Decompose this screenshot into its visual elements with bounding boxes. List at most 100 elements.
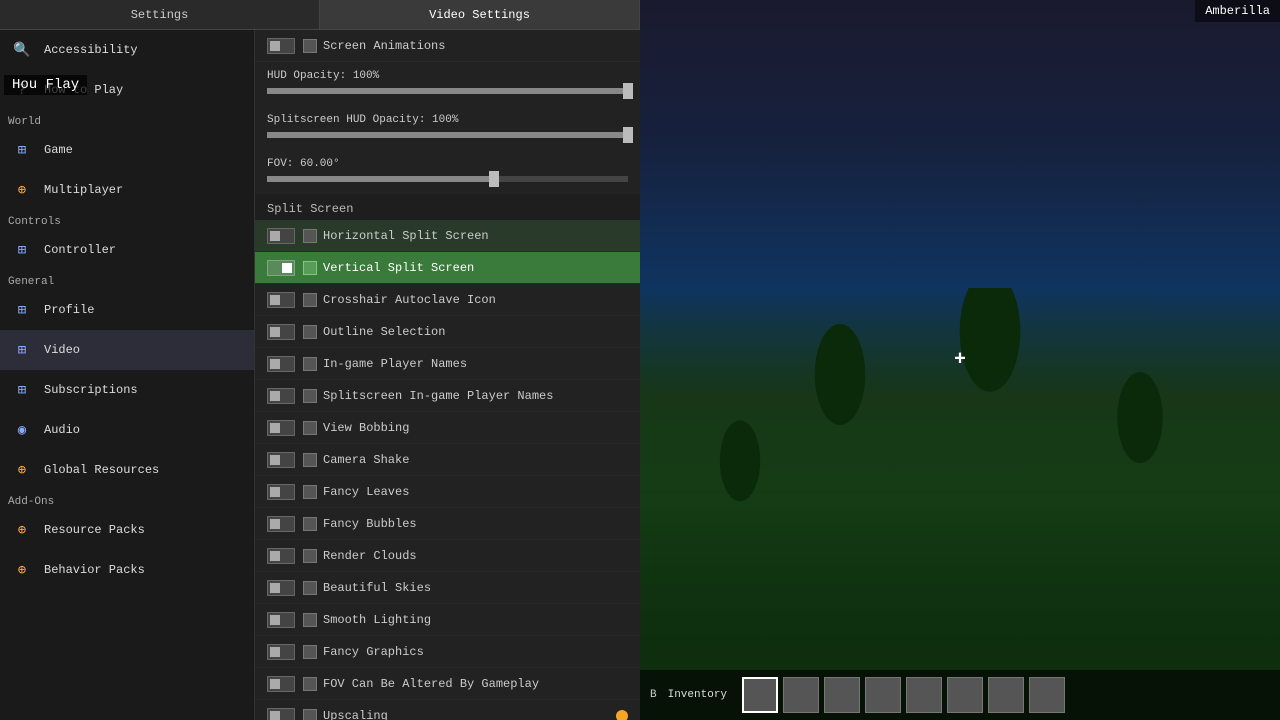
screen-animations-toggle[interactable] — [267, 38, 295, 54]
fov-track[interactable] — [267, 176, 628, 182]
ingame-names-label: In-game Player Names — [323, 357, 628, 371]
vertical-split-toggle[interactable] — [267, 260, 295, 276]
fov-label: FOV: 60.00° — [267, 154, 628, 172]
fancy-graphics-square — [303, 645, 317, 659]
splitscreen-hud-thumb[interactable] — [623, 127, 633, 143]
upscaling-label: Upscaling — [323, 709, 616, 720]
camera-shake-row: Camera Shake — [255, 444, 640, 476]
global-icon: ⊕ — [10, 458, 34, 482]
sidebar-label-game: Game — [44, 143, 73, 157]
fancy-bubbles-toggle[interactable] — [267, 516, 295, 532]
sidebar-item-accessibility[interactable]: 🔍 Accessibility — [0, 30, 254, 70]
fancy-graphics-toggle[interactable] — [267, 644, 295, 660]
hotbar-slot-2[interactable] — [783, 677, 819, 713]
settings-panel: Settings Video Settings 🔍 Accessibility … — [0, 0, 640, 720]
splitscreen-hud-track[interactable] — [267, 132, 628, 138]
sidebar-item-subscriptions[interactable]: ⊞ Subscriptions — [0, 370, 254, 410]
splitscreen-ingame-label: Splitscreen In-game Player Names — [323, 389, 628, 403]
fov-fill — [267, 176, 494, 182]
fancy-graphics-label: Fancy Graphics — [323, 645, 628, 659]
smooth-lighting-toggle[interactable] — [267, 612, 295, 628]
fancy-leaves-toggle[interactable] — [267, 484, 295, 500]
hud-opacity-thumb[interactable] — [623, 83, 633, 99]
hotbar-slot-7[interactable] — [988, 677, 1024, 713]
hotbar-slot-8[interactable] — [1029, 677, 1065, 713]
render-clouds-label: Render Clouds — [323, 549, 628, 563]
hotbar-slot-4[interactable] — [865, 677, 901, 713]
sidebar-label-global: Global Resources — [44, 463, 159, 477]
outline-selection-label: Outline Selection — [323, 325, 628, 339]
hotbar-slot-1[interactable] — [742, 677, 778, 713]
username-display: Amberilla — [1195, 0, 1280, 22]
header-tabs: Settings Video Settings — [0, 0, 640, 30]
sidebar-item-global-resources[interactable]: ⊕ Global Resources — [0, 450, 254, 490]
settings-list: Screen Animations HUD Opacity: 100% Spli… — [255, 30, 640, 720]
sidebar-label-multiplayer: Multiplayer — [44, 183, 123, 197]
sidebar-item-audio[interactable]: ◉ Audio — [0, 410, 254, 450]
splitscreen-hud-label: Splitscreen HUD Opacity: 100% — [267, 110, 628, 128]
hotbar-slot-6[interactable] — [947, 677, 983, 713]
tab-video-settings[interactable]: Video Settings — [320, 0, 640, 29]
section-addons: Add-Ons — [0, 490, 254, 510]
sidebar-item-resource-packs[interactable]: ⊕ Resource Packs — [0, 510, 254, 550]
sidebar-item-behavior-packs[interactable]: ⊕ Behavior Packs — [0, 550, 254, 590]
fancy-bubbles-label: Fancy Bubbles — [323, 517, 628, 531]
sidebar-label-controller: Controller — [44, 243, 116, 257]
fancy-leaves-label: Fancy Leaves — [323, 485, 628, 499]
ingame-names-row: In-game Player Names — [255, 348, 640, 380]
splitscreen-ingame-row: Splitscreen In-game Player Names — [255, 380, 640, 412]
render-clouds-toggle[interactable] — [267, 548, 295, 564]
upscaling-toggle[interactable] — [267, 708, 295, 720]
content-area: 🔍 Accessibility ? How to Play World ⊞ Ga… — [0, 30, 640, 720]
view-bobbing-toggle[interactable] — [267, 420, 295, 436]
fov-thumb[interactable] — [489, 171, 499, 187]
vertical-split-label: Vertical Split Screen — [323, 261, 628, 275]
beautiful-skies-label: Beautiful Skies — [323, 581, 628, 595]
smooth-lighting-square — [303, 613, 317, 627]
hud-opacity-track[interactable] — [267, 88, 628, 94]
smooth-lighting-row: Smooth Lighting — [255, 604, 640, 636]
beautiful-skies-square — [303, 581, 317, 595]
multiplayer-icon: ⊕ — [10, 178, 34, 202]
fov-gameplay-square — [303, 677, 317, 691]
fancy-leaves-row: Fancy Leaves — [255, 476, 640, 508]
sidebar-item-profile[interactable]: ⊞ Profile — [0, 290, 254, 330]
tab-settings[interactable]: Settings — [0, 0, 320, 29]
resource-icon: ⊕ — [10, 518, 34, 542]
sidebar-label-accessibility: Accessibility — [44, 43, 138, 57]
splitscreen-hud-fill — [267, 132, 628, 138]
sidebar-item-controller[interactable]: ⊞ Controller — [0, 230, 254, 270]
camera-shake-square — [303, 453, 317, 467]
horizontal-split-row[interactable]: Horizontal Split Screen — [255, 220, 640, 252]
outline-selection-row: Outline Selection — [255, 316, 640, 348]
sidebar-item-game[interactable]: ⊞ Game — [0, 130, 254, 170]
hotbar-slot-5[interactable] — [906, 677, 942, 713]
vertical-split-row[interactable]: Vertical Split Screen — [255, 252, 640, 284]
sidebar-label-resource: Resource Packs — [44, 523, 145, 537]
outline-selection-toggle[interactable] — [267, 324, 295, 340]
beautiful-skies-toggle[interactable] — [267, 580, 295, 596]
crosshair-toggle[interactable] — [267, 292, 295, 308]
profile-icon: ⊞ — [10, 298, 34, 322]
crosshair-square — [303, 293, 317, 307]
fancy-graphics-row: Fancy Graphics — [255, 636, 640, 668]
fov-gameplay-toggle[interactable] — [267, 676, 295, 692]
sidebar-label-profile: Profile — [44, 303, 94, 317]
render-clouds-square — [303, 549, 317, 563]
fov-section: FOV: 60.00° — [255, 150, 640, 194]
game-icon: ⊞ — [10, 138, 34, 162]
hud-opacity-fill — [267, 88, 628, 94]
camera-shake-toggle[interactable] — [267, 452, 295, 468]
camera-shake-label: Camera Shake — [323, 453, 628, 467]
splitscreen-ingame-toggle[interactable] — [267, 388, 295, 404]
hotbar-slot-3[interactable] — [824, 677, 860, 713]
sidebar-item-multiplayer[interactable]: ⊕ Multiplayer — [0, 170, 254, 210]
sidebar-label-audio: Audio — [44, 423, 80, 437]
player-name: Hou Flay — [4, 75, 87, 95]
horizontal-split-toggle[interactable] — [267, 228, 295, 244]
outline-selection-square — [303, 325, 317, 339]
crosshair-label: Crosshair Autoclave Icon — [323, 293, 628, 307]
ingame-names-toggle[interactable] — [267, 356, 295, 372]
sidebar-item-video[interactable]: ⊞ Video — [0, 330, 254, 370]
fancy-leaves-square — [303, 485, 317, 499]
